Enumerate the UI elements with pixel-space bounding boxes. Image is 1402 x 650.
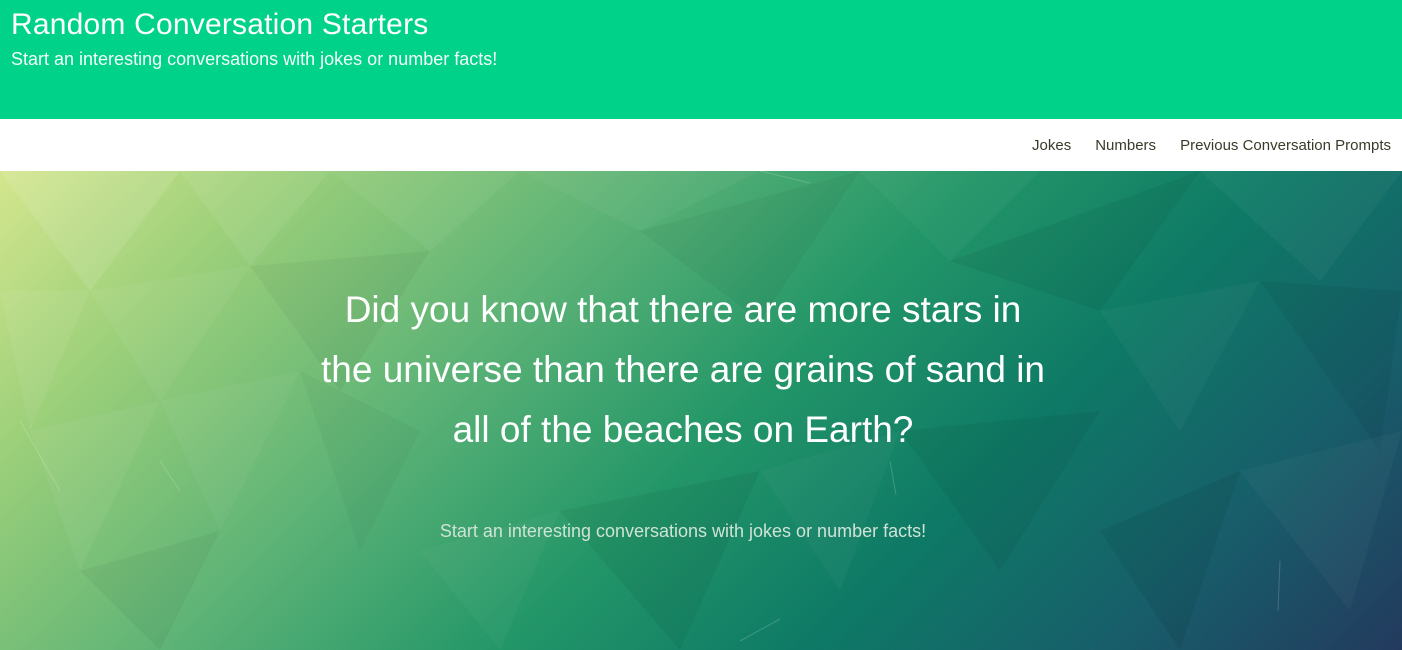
nav-item-numbers[interactable]: Numbers <box>1095 137 1156 154</box>
site-subtitle: Start an interesting conversations with … <box>11 49 498 69</box>
conversation-prompt: Did you know that there are more stars i… <box>321 289 1046 450</box>
site-title: Random Conversation Starters <box>11 8 429 41</box>
site-header: Random Conversation Starters Start an in… <box>0 0 1402 119</box>
nav-menu: Jokes Numbers Previous Conversation Prom… <box>1032 119 1391 171</box>
nav-item-previous-prompts[interactable]: Previous Conversation Prompts <box>1180 137 1391 154</box>
nav-item-jokes[interactable]: Jokes <box>1032 137 1071 154</box>
hero-section: Did you know that there are more stars i… <box>0 171 1402 650</box>
nav-bar: Jokes Numbers Previous Conversation Prom… <box>0 119 1402 171</box>
hero-subtitle: Start an interesting conversations with … <box>439 521 927 541</box>
